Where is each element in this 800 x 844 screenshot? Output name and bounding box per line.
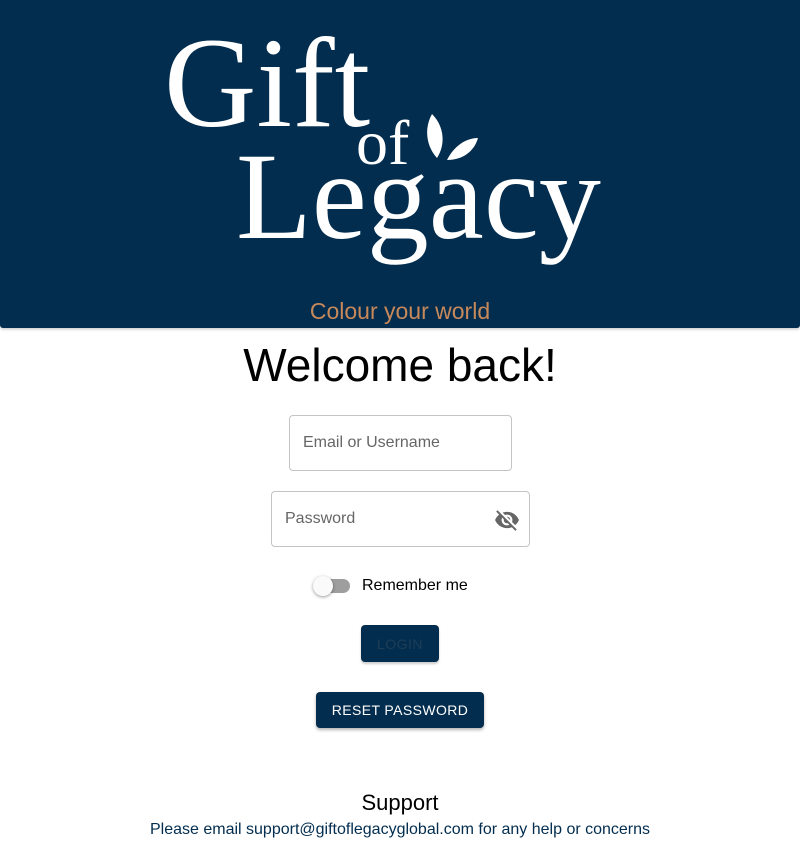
password-input[interactable]	[272, 492, 529, 546]
remember-me-label: Remember me	[362, 577, 468, 594]
eye-off-icon[interactable]	[494, 507, 520, 533]
logo-word-legacy: Legacy	[236, 128, 601, 265]
gift-of-legacy-logo: Gift of Legacy	[164, 12, 601, 265]
remember-me-row: Remember me	[312, 574, 468, 598]
support-heading: Support	[361, 790, 439, 815]
login-button[interactable]: LOGIN	[361, 625, 439, 662]
login-page: Gift of Legacy Colour your world Welcome…	[0, 0, 800, 844]
header-banner: Gift of Legacy Colour your world	[0, 0, 800, 328]
tagline: Colour your world	[309, 298, 491, 324]
email-input[interactable]	[290, 416, 511, 470]
support-message: Please email support@giftoflegacyglobal.…	[0, 821, 800, 839]
support-text-before: Please email	[149, 821, 247, 838]
remember-me-toggle[interactable]	[312, 574, 352, 598]
page-title: Welcome back!	[243, 339, 557, 391]
email-field[interactable]	[289, 415, 512, 471]
support-text-after: for any help or concerns	[473, 821, 651, 838]
password-field[interactable]	[271, 491, 530, 547]
support-email-link[interactable]: support@giftoflegacyglobal.com	[246, 821, 474, 838]
reset-password-button[interactable]: RESET PASSWORD	[316, 692, 484, 728]
toggle-thumb	[313, 576, 333, 596]
